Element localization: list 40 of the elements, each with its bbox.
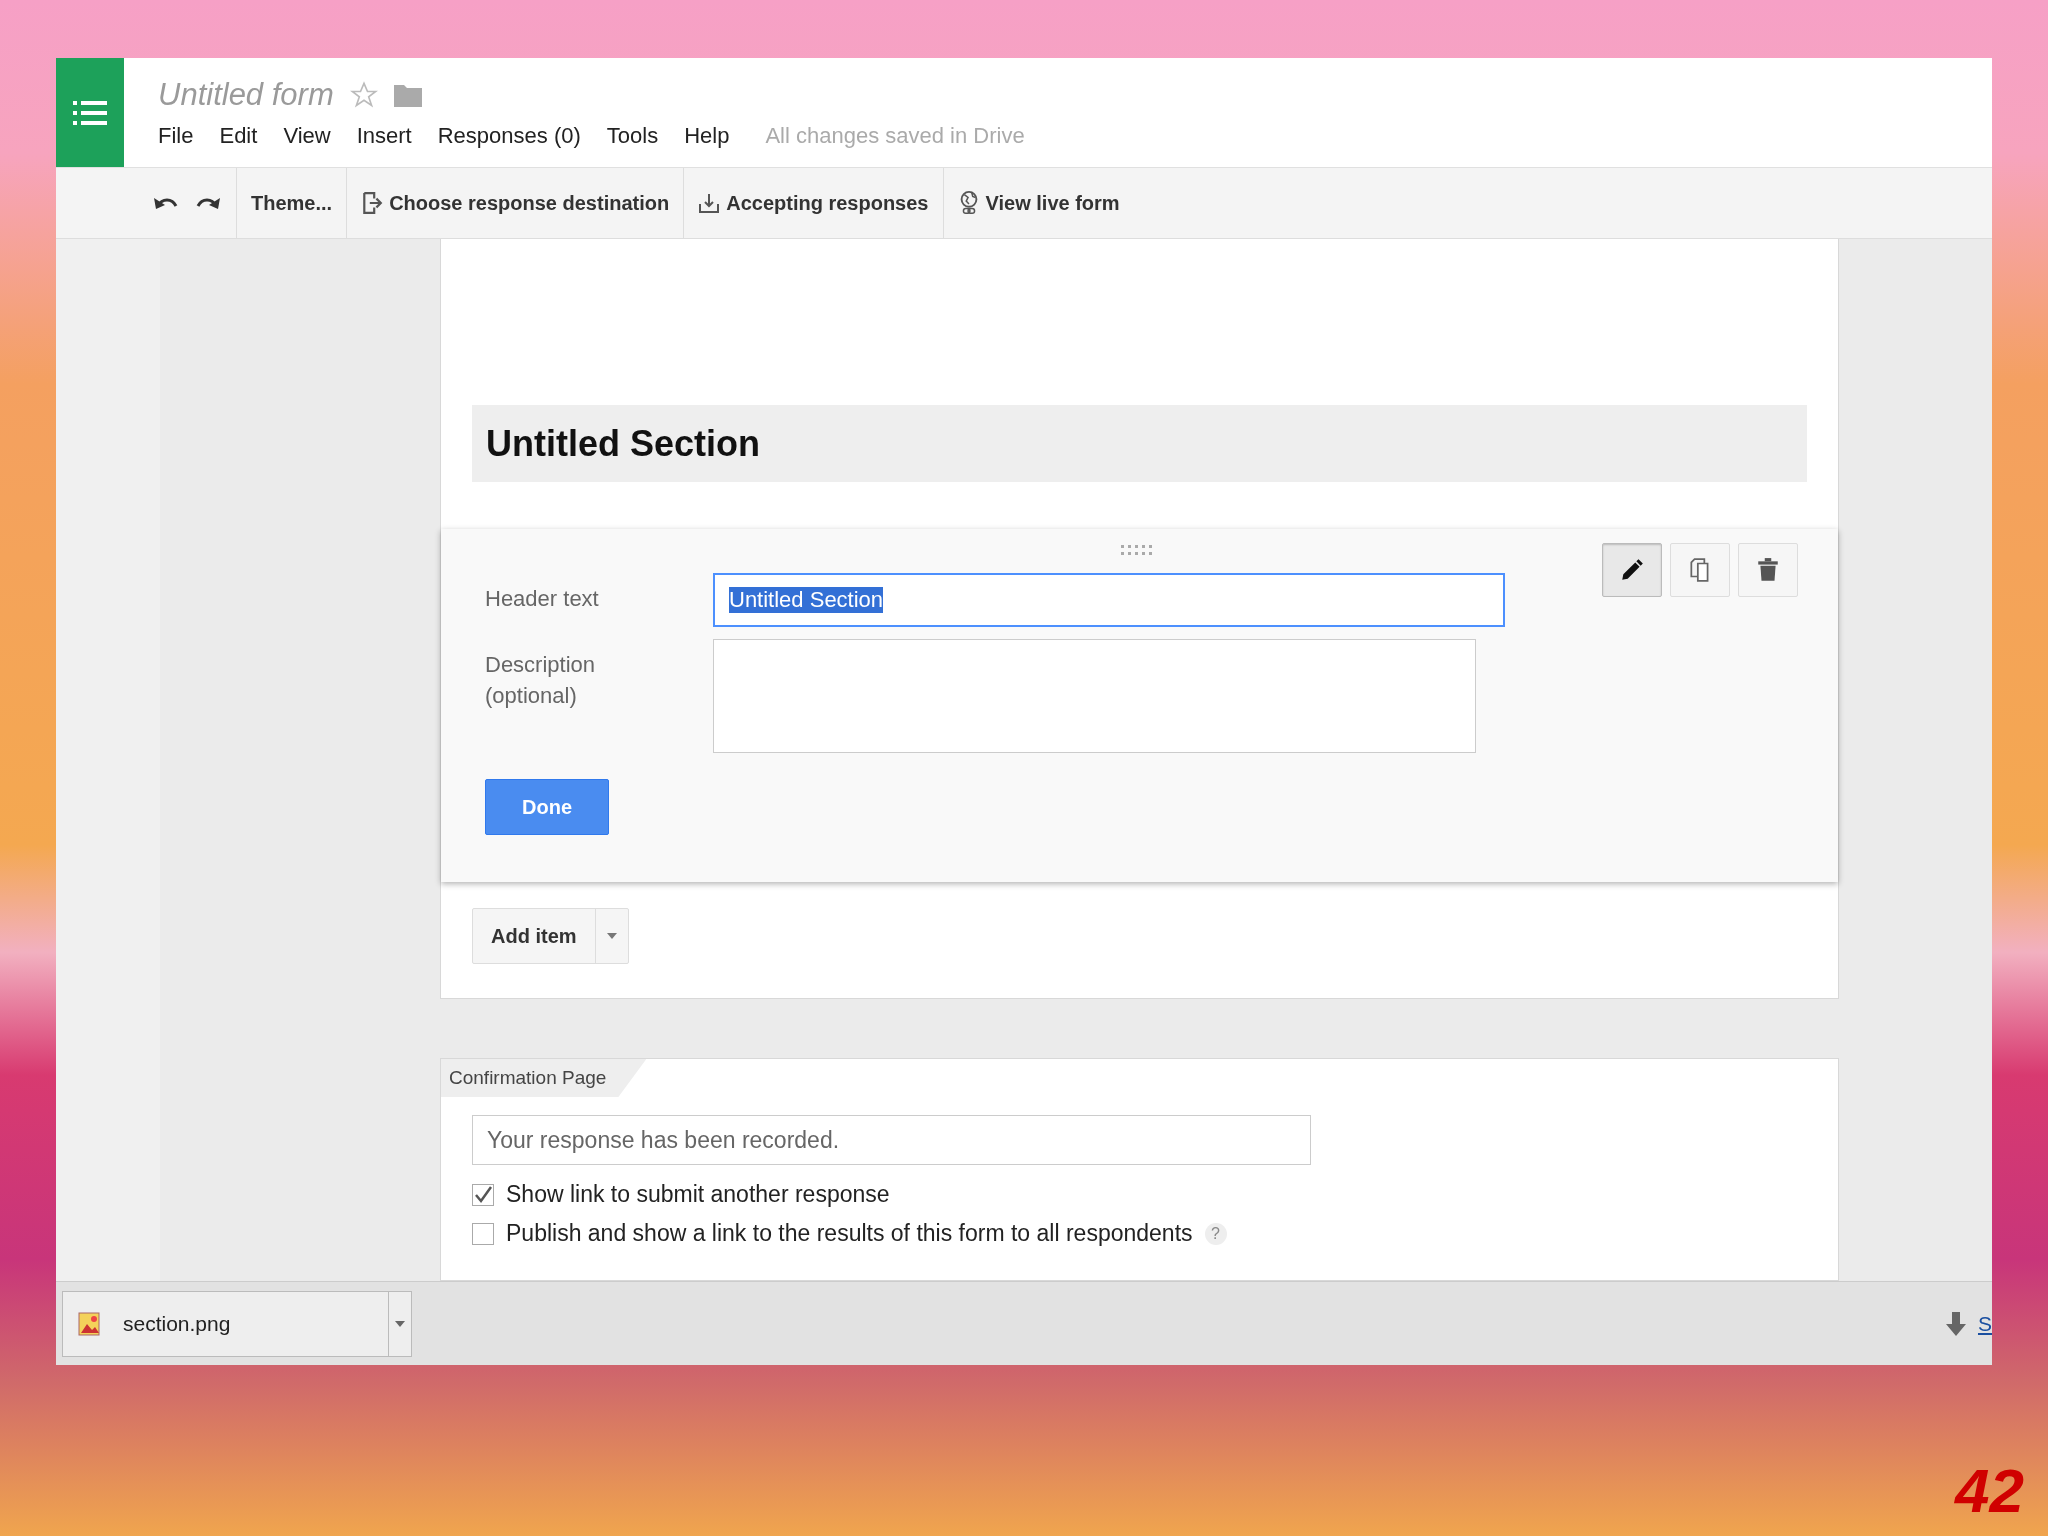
tool-button[interactable]: [1738, 543, 1798, 597]
toolbar-button[interactable]: Accepting responses: [684, 168, 944, 238]
toolbar-button[interactable]: Choose response destination: [347, 168, 685, 238]
menu-item[interactable]: Tools: [606, 122, 659, 149]
trash-icon: [1758, 558, 1778, 581]
drag-handle-icon[interactable]: [1121, 545, 1155, 557]
save-status: All changes saved in Drive: [765, 122, 1025, 149]
confirmation-message-field[interactable]: Your response has been recorded.: [472, 1115, 1311, 1165]
caret-icon: [605, 932, 618, 940]
section-title: Untitled Section: [472, 405, 1807, 482]
checkbox-label: Show link to submit another response: [506, 1181, 890, 1208]
menu-item[interactable]: File: [158, 122, 194, 149]
field-label: Header text: [485, 585, 600, 613]
list-icon: [73, 99, 107, 126]
menu-item[interactable]: Responses (0): [437, 122, 581, 149]
pencil-icon: [1622, 559, 1643, 580]
download-item[interactable]: section.png: [62, 1290, 412, 1357]
add-item-button[interactable]: Add item: [472, 908, 629, 964]
tool-button[interactable]: [1602, 543, 1662, 597]
toolbar-button[interactable]: Theme...: [237, 168, 348, 238]
page-number: 42: [1955, 1455, 2024, 1526]
menu-item[interactable]: Insert: [356, 122, 412, 149]
star-icon[interactable]: [349, 80, 378, 109]
description-field[interactable]: [713, 639, 1476, 753]
menu-item[interactable]: Help: [684, 122, 730, 149]
field-label: Description (optional): [485, 651, 597, 710]
export-icon: [361, 190, 384, 216]
toolbar-button[interactable]: View live form: [943, 168, 1134, 238]
checkbox[interactable]: [472, 1222, 494, 1245]
down-arrow-icon: [1946, 1311, 1966, 1336]
forms-logo[interactable]: [56, 58, 124, 167]
menu-item[interactable]: View: [283, 122, 331, 149]
header-text-field[interactable]: Untitled Section: [713, 573, 1505, 627]
checkbox[interactable]: [472, 1183, 494, 1206]
image-file-icon: [77, 1310, 103, 1337]
checkbox-label: Publish and show a link to the results of this form to all respondents: [506, 1220, 1193, 1247]
caret-icon: [394, 1319, 406, 1328]
menu-item[interactable]: Edit: [219, 122, 258, 149]
copy-icon: [1690, 558, 1709, 582]
downloads-link[interactable]: S: [1978, 1311, 1992, 1336]
